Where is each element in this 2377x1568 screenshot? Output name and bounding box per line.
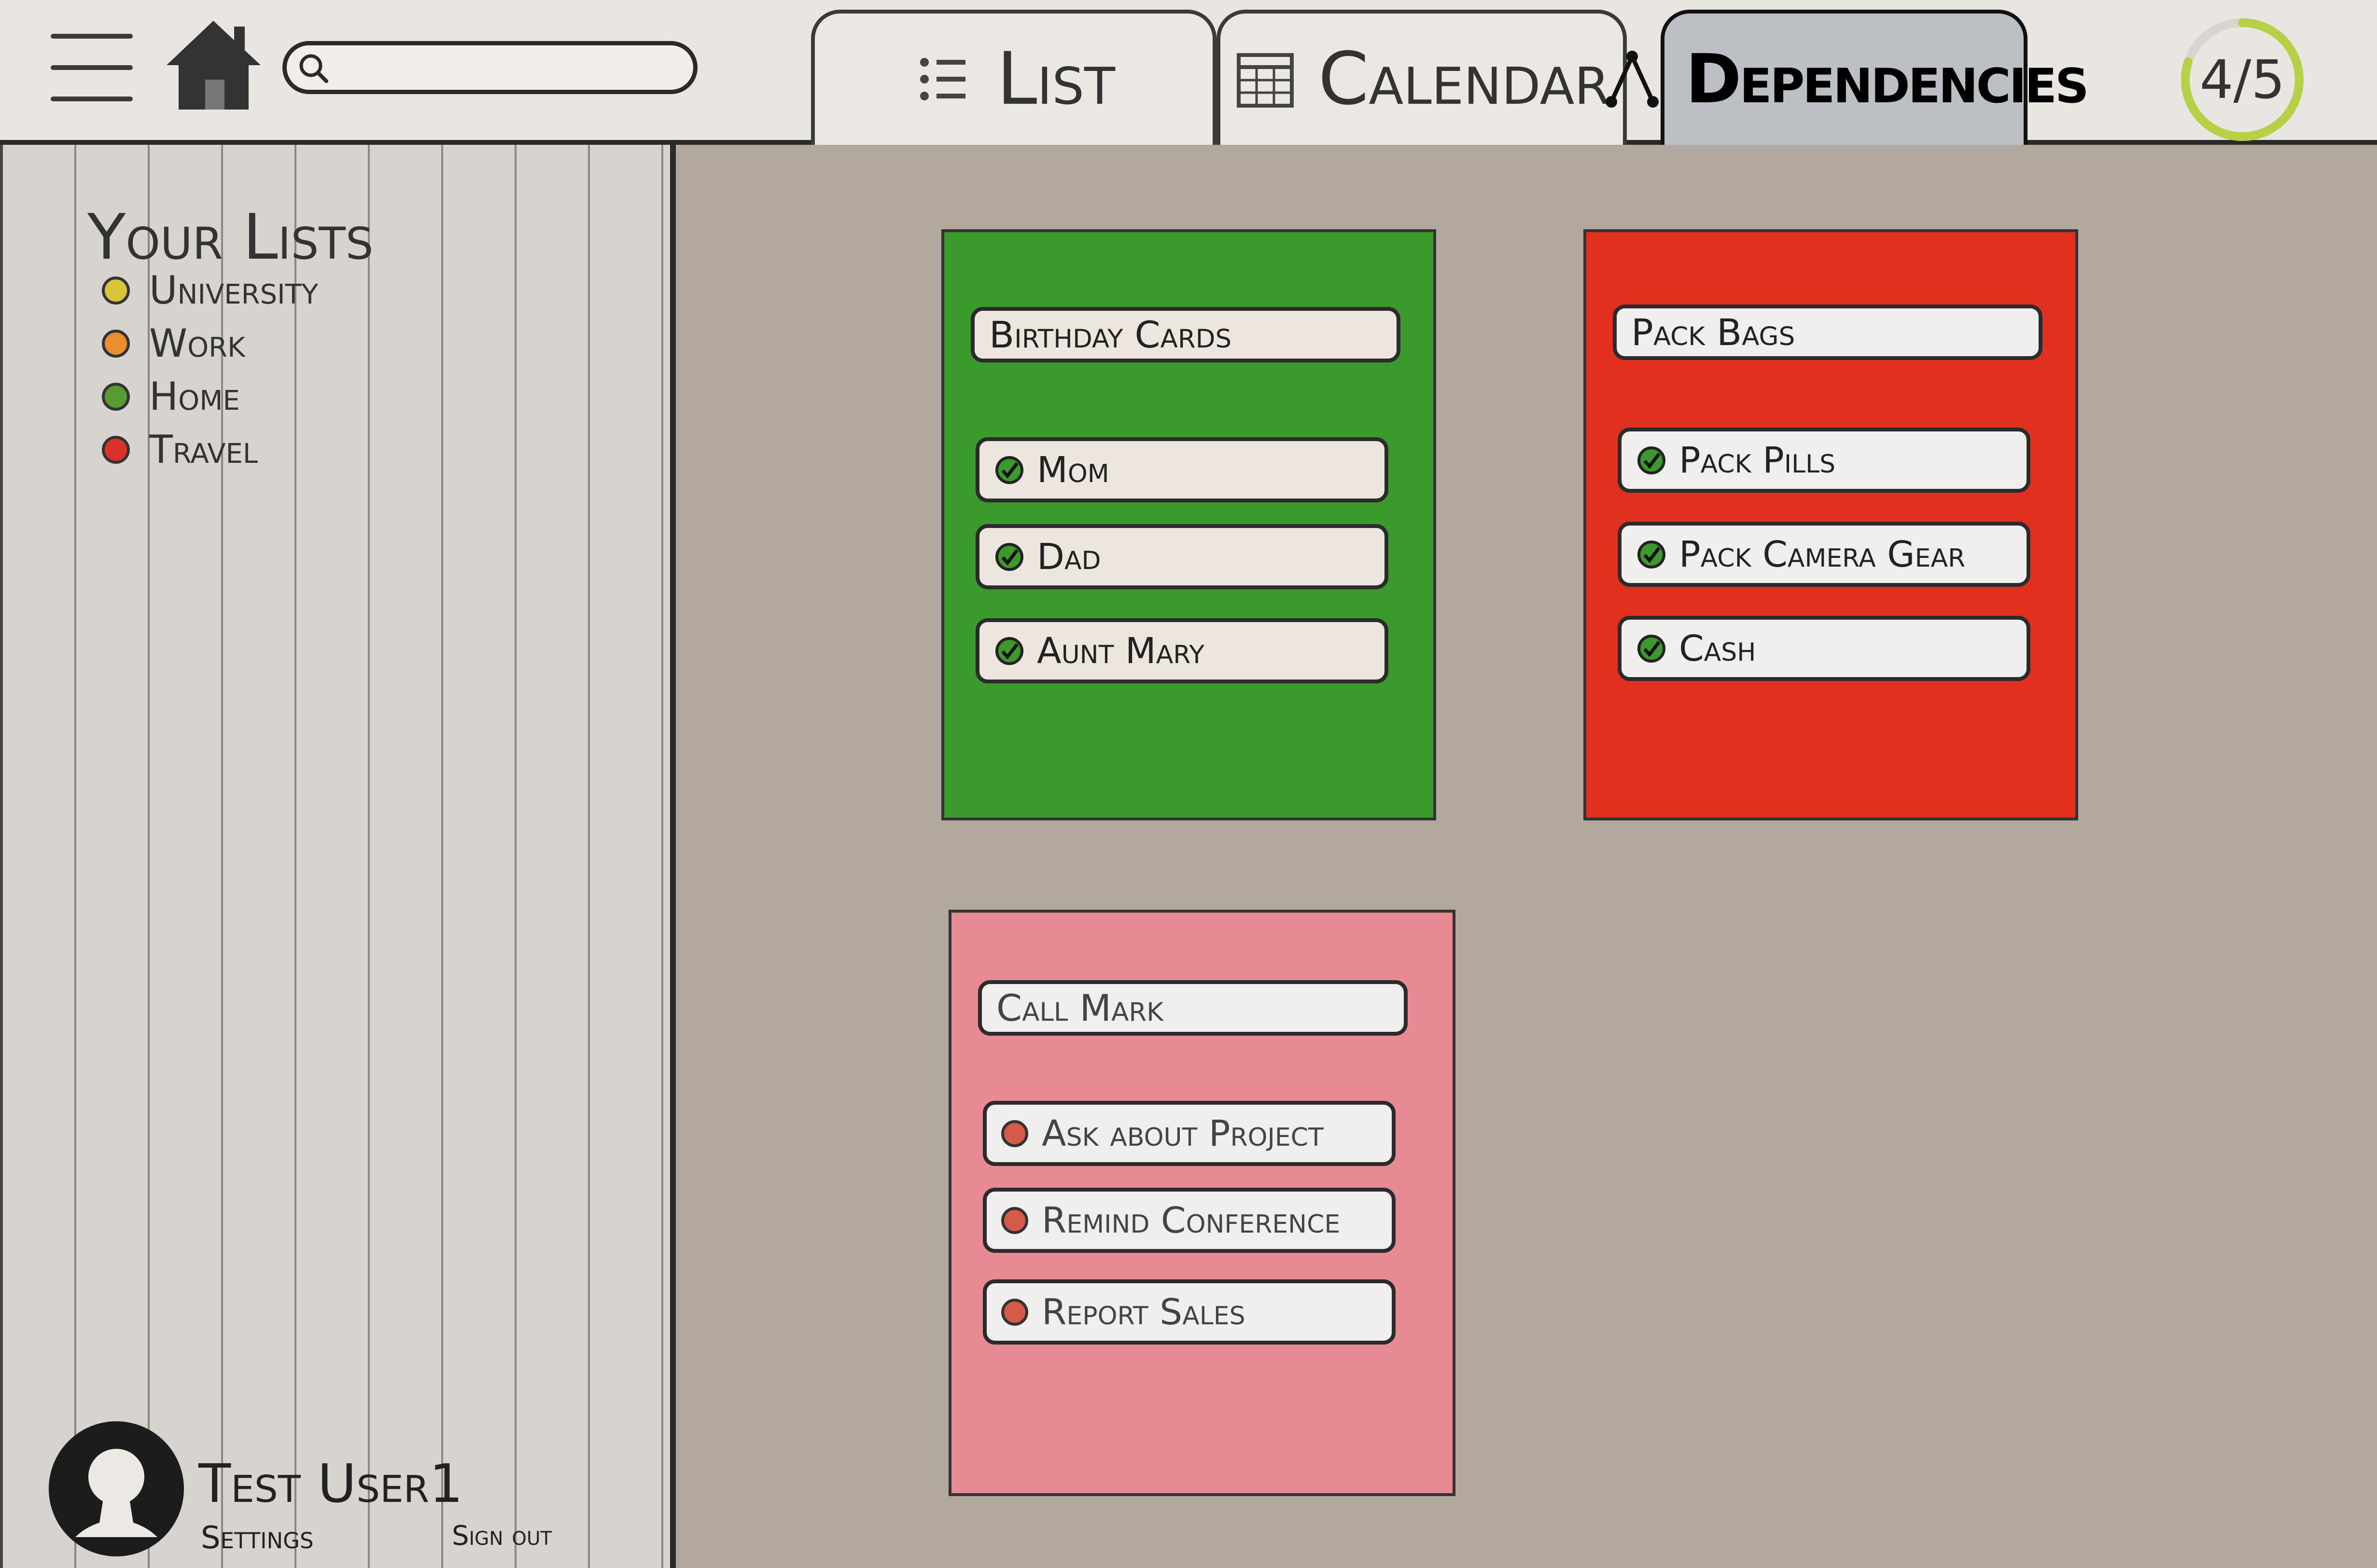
task-card-pack-bags[interactable]: Pack Bags Pack Pills Pack Camera Gear Ca… [1583, 229, 2078, 820]
check-icon[interactable] [994, 636, 1025, 666]
task-item[interactable]: Cash [1618, 616, 2030, 681]
task-label: Remind Conference [1042, 1199, 1341, 1241]
progress-text: 4/5 [2199, 49, 2285, 111]
tab-list-label: List [996, 37, 1116, 121]
check-icon[interactable] [1636, 539, 1667, 570]
check-icon[interactable] [1636, 445, 1667, 476]
card-title[interactable]: Birthday Cards [971, 307, 1400, 362]
list-item-travel[interactable]: Travel [102, 427, 258, 472]
incomplete-indicator-icon[interactable] [1001, 1120, 1028, 1147]
user-area: Test User1 Settings Sign out [46, 1419, 674, 1564]
task-label: Pack Pills [1679, 439, 1836, 481]
top-bar: List Calendar Dependencies 4/5 [0, 0, 2377, 145]
tab-dependencies-label: Dependencies [1685, 40, 2089, 119]
task-card-call-mark[interactable]: Call Mark Ask about Project Remind Confe… [949, 910, 1455, 1496]
task-item[interactable]: Ask about Project [983, 1101, 1396, 1166]
list-label: Work [149, 321, 245, 366]
list-color-dot [102, 435, 130, 464]
tab-list[interactable]: List [811, 10, 1216, 145]
task-label: Aunt Mary [1037, 630, 1204, 672]
list-label: Travel [149, 427, 258, 472]
tab-dependencies[interactable]: Dependencies [1606, 10, 2089, 145]
task-label: Mom [1037, 449, 1109, 491]
task-item[interactable]: Mom [976, 437, 1388, 502]
incomplete-indicator-icon[interactable] [1001, 1207, 1028, 1234]
search-input[interactable] [335, 49, 685, 87]
tab-calendar[interactable]: Calendar [1216, 10, 1627, 145]
search-icon [299, 54, 328, 83]
check-icon[interactable] [1636, 633, 1667, 664]
menu-icon[interactable] [51, 34, 133, 106]
task-item[interactable]: Dad [976, 524, 1388, 589]
dependency-icon [1606, 51, 1659, 108]
settings-link[interactable]: Settings [201, 1520, 314, 1556]
card-title[interactable]: Call Mark [978, 980, 1408, 1036]
task-label: Report Sales [1042, 1291, 1245, 1333]
avatar-icon[interactable] [46, 1419, 186, 1559]
task-label: Cash [1679, 627, 1756, 669]
list-icon [920, 58, 965, 100]
list-color-dot [102, 276, 130, 305]
task-item[interactable]: Report Sales [983, 1279, 1396, 1345]
sidebar: Your Lists University Work Home Travel T… [0, 145, 676, 1568]
list-item-home[interactable]: Home [102, 374, 240, 419]
check-icon[interactable] [994, 455, 1025, 486]
home-icon[interactable] [162, 17, 266, 113]
task-item[interactable]: Pack Camera Gear [1618, 522, 2030, 587]
lists-heading: Your Lists [87, 200, 374, 274]
task-item[interactable]: Remind Conference [983, 1188, 1396, 1253]
card-title[interactable]: Pack Bags [1613, 305, 2042, 360]
task-label: Ask about Project [1042, 1112, 1324, 1154]
list-label: University [149, 268, 319, 313]
list-color-dot [102, 382, 130, 411]
list-color-dot [102, 329, 130, 358]
tab-calendar-label: Calendar [1318, 37, 1610, 121]
task-label: Dad [1037, 536, 1101, 578]
incomplete-indicator-icon[interactable] [1001, 1298, 1028, 1326]
sign-out-link[interactable]: Sign out [452, 1520, 552, 1552]
calendar-icon [1236, 53, 1294, 108]
list-item-work[interactable]: Work [102, 321, 245, 366]
check-icon[interactable] [994, 541, 1025, 572]
user-name: Test User1 [198, 1453, 463, 1514]
task-item[interactable]: Aunt Mary [976, 618, 1388, 683]
task-item[interactable]: Pack Pills [1618, 428, 2030, 493]
list-label: Home [149, 374, 240, 419]
progress-indicator: 4/5 [2172, 14, 2312, 145]
search-field [282, 41, 698, 94]
list-item-university[interactable]: University [102, 268, 318, 313]
task-label: Pack Camera Gear [1679, 533, 1966, 575]
task-card-birthday-cards[interactable]: Birthday Cards Mom Dad Aunt Mary [941, 229, 1436, 820]
